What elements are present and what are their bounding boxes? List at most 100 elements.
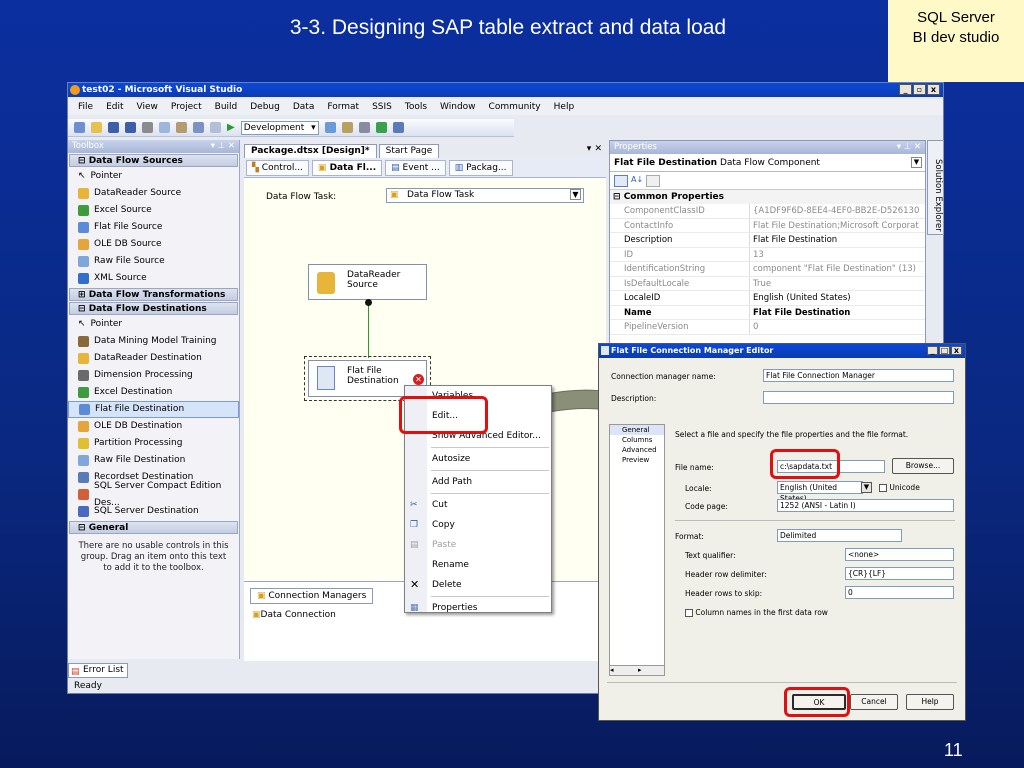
property-row[interactable]: LocaleID English (United States) <box>610 291 925 306</box>
tab-start-page[interactable]: Start Page <box>378 144 440 158</box>
menu-item-properties[interactable]: ▦ Properties <box>405 598 551 618</box>
property-row[interactable]: ID 13 <box>610 247 925 262</box>
dialog-close-button[interactable]: x <box>951 346 962 355</box>
menu-item-delete[interactable]: ✕ Delete <box>405 575 551 595</box>
menu-item-cut[interactable]: ✂ Cut <box>405 495 551 515</box>
dialog-minimize-button[interactable]: _ <box>927 346 938 355</box>
tab-data-flow[interactable]: ▣ Data Fl... <box>311 160 383 176</box>
nav-item-preview[interactable]: Preview <box>610 455 664 465</box>
tools-icon[interactable] <box>358 122 370 133</box>
window-icon[interactable] <box>392 122 404 133</box>
undo-icon[interactable] <box>193 122 204 133</box>
start-debug-icon[interactable]: ▶ <box>227 122 235 133</box>
dialog-maximize-button[interactable]: □ <box>939 346 950 355</box>
tab-close-controls[interactable]: ▾ ✕ <box>587 144 602 154</box>
new-project-icon[interactable] <box>74 122 85 133</box>
tab-control-flow[interactable]: ▚ Control... <box>246 160 309 176</box>
toolbox-item-data-mining[interactable]: Data Mining Model Training <box>68 333 239 350</box>
menu-build[interactable]: Build <box>215 102 238 112</box>
toolbox-item-xml-source[interactable]: XML Source <box>68 270 239 287</box>
close-button[interactable]: x <box>927 84 940 95</box>
menu-window[interactable]: Window <box>440 102 476 112</box>
toolbox-item-partition-processing[interactable]: Partition Processing <box>68 435 239 452</box>
header-row-delimiter-select[interactable]: {CR}{LF} <box>845 567 954 580</box>
toolbox-item-datareader-source[interactable]: DataReader Source <box>68 185 239 202</box>
data-flow-task-select[interactable]: ▣ Data Flow Task ▼ <box>386 188 584 203</box>
redo-icon[interactable] <box>210 122 221 133</box>
menu-item-add-path[interactable]: Add Path <box>405 472 551 492</box>
tab-connection-managers[interactable]: ▣ Connection Managers <box>250 588 374 604</box>
property-pages-icon[interactable] <box>646 175 661 187</box>
column-names-checkbox[interactable]: Column names in the first data row <box>685 608 828 617</box>
text-qualifier-field[interactable]: <none> <box>845 548 954 561</box>
header-rows-skip-stepper[interactable]: 0 <box>845 586 954 599</box>
menu-view[interactable]: View <box>137 102 158 112</box>
category-data-flow-transformations[interactable]: ⊞ Data Flow Transformations <box>69 288 238 301</box>
paste-icon[interactable] <box>176 122 187 133</box>
save-icon[interactable] <box>108 122 119 133</box>
toolbox-item-flat-file-source[interactable]: Flat File Source <box>68 219 239 236</box>
toolbox-item-oledb-destination[interactable]: OLE DB Destination <box>68 418 239 435</box>
property-row[interactable]: Description Flat File Destination <box>610 233 925 248</box>
category-data-flow-destinations[interactable]: ⊟ Data Flow Destinations <box>69 302 238 315</box>
menu-debug[interactable]: Debug <box>250 102 280 112</box>
nav-scrollbar[interactable]: ◂ ▸ <box>609 665 665 676</box>
properties-icon[interactable] <box>341 122 353 133</box>
menu-help[interactable]: Help <box>554 102 575 112</box>
restore-button[interactable]: ▫ <box>913 84 926 95</box>
toolbox-item-oledb-source[interactable]: OLE DB Source <box>68 236 239 253</box>
save-all-icon[interactable] <box>125 122 136 133</box>
tab-package-design[interactable]: Package.dtsx [Design]* <box>244 144 377 158</box>
property-row[interactable]: IsDefaultLocale True <box>610 276 925 291</box>
categorized-icon[interactable] <box>614 175 628 187</box>
error-list-tab[interactable]: ▤ Error List <box>68 663 128 678</box>
menu-ssis[interactable]: SSIS <box>372 102 392 112</box>
toolbox-item-sql-compact-destination[interactable]: SQL Server Compact Edition Des... <box>68 481 239 508</box>
browse-button[interactable]: Browse... <box>892 458 954 474</box>
copy-icon[interactable] <box>159 122 170 133</box>
toolbox-item-excel-source[interactable]: Excel Source <box>68 202 239 219</box>
toolbox-item-datareader-destination[interactable]: DataReader Destination <box>68 350 239 367</box>
menu-item-rename[interactable]: Rename <box>405 555 551 575</box>
property-row[interactable]: PipelineVersion 0 <box>610 320 925 335</box>
nav-item-advanced[interactable]: Advanced <box>610 445 664 455</box>
menu-tools[interactable]: Tools <box>405 102 427 112</box>
property-row[interactable]: ComponentClassID {A1DF9F6D-8EE4-4EF0-BB2E… <box>610 204 925 219</box>
unicode-checkbox[interactable]: Unicode <box>879 483 920 492</box>
menu-project[interactable]: Project <box>171 102 202 112</box>
locale-select[interactable]: English (United States) <box>777 481 863 503</box>
cancel-button[interactable]: Cancel <box>850 694 898 710</box>
connection-item[interactable]: ▣Data Connection <box>252 610 336 620</box>
alphabetical-icon[interactable]: A↓ <box>631 175 643 186</box>
menu-data[interactable]: Data <box>293 102 315 112</box>
toolbox-item-pointer-2[interactable]: ↖ Pointer <box>68 316 239 333</box>
menu-format[interactable]: Format <box>327 102 359 112</box>
help-button[interactable]: Help <box>906 694 954 710</box>
menu-item-autosize[interactable]: Autosize <box>405 449 551 469</box>
open-icon[interactable] <box>91 122 102 133</box>
property-row[interactable]: ContactInfo Flat File Destination;Microso… <box>610 218 925 233</box>
category-data-flow-sources[interactable]: ⊟ Data Flow Sources <box>69 154 238 167</box>
menu-edit[interactable]: Edit <box>106 102 123 112</box>
toolbox-item-flat-file-destination[interactable]: Flat File Destination <box>68 401 239 418</box>
tab-event-handlers[interactable]: ▤ Event ... <box>385 160 446 176</box>
menu-item-copy[interactable]: ❐ Copy <box>405 515 551 535</box>
toolbox-item-excel-destination[interactable]: Excel Destination <box>68 384 239 401</box>
code-page-select[interactable]: 1252 (ANSI - Latin I) <box>777 499 954 512</box>
property-row[interactable]: Name Flat File Destination <box>610 305 925 320</box>
panel-controls[interactable]: ▾ ⊥ ✕ <box>897 141 921 154</box>
solution-explorer-tab[interactable]: Solution Explorer <box>927 140 944 235</box>
nav-item-general[interactable]: General <box>610 425 664 435</box>
toolbox-item-pointer[interactable]: ↖ Pointer <box>68 168 239 185</box>
panel-controls[interactable]: ▾ ⊥ ✕ <box>211 140 235 153</box>
nav-item-columns[interactable]: Columns <box>610 435 664 445</box>
property-section[interactable]: ⊟ Common Properties <box>610 190 925 204</box>
toolbox-item-dimension-processing[interactable]: Dimension Processing <box>68 367 239 384</box>
find-icon[interactable] <box>324 122 336 133</box>
solution-config-select[interactable]: Development ▾ <box>240 120 319 135</box>
minimize-button[interactable]: _ <box>899 84 912 95</box>
description-field[interactable] <box>763 391 954 404</box>
format-select[interactable]: Delimited <box>777 529 902 542</box>
data-path-arrow[interactable] <box>368 300 369 358</box>
cut-icon[interactable] <box>142 122 153 133</box>
